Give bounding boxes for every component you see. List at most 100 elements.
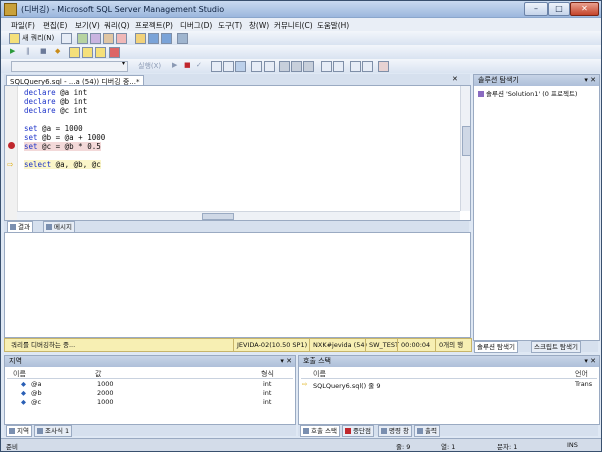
header-divider <box>7 378 293 379</box>
frame-language: Trans <box>575 380 593 388</box>
sql-editor[interactable]: ⇨ declare @a int declare @b int declare … <box>4 85 471 221</box>
table-row[interactable]: ◆ @a 1000 int <box>7 380 293 389</box>
comment-icon[interactable] <box>321 61 332 72</box>
mdx-query-icon[interactable] <box>103 33 114 44</box>
results-text-icon[interactable] <box>279 61 290 72</box>
step-into-icon[interactable] <box>69 47 80 58</box>
menu-project[interactable]: 프로젝트(P) <box>135 20 173 31</box>
menu-help[interactable]: 도움말(H) <box>317 20 349 31</box>
new-file-icon[interactable] <box>61 33 72 44</box>
tab-command-window[interactable]: 명령 창 <box>378 425 413 437</box>
breakpoint-icon[interactable] <box>8 142 15 149</box>
login-name: NXK#jevida (54) <box>309 339 367 351</box>
debug-tabs: 호출 스택 중단점 명령 창 출력 <box>298 425 598 437</box>
tab-output[interactable]: 출력 <box>414 425 440 437</box>
menu-edit[interactable]: 편집(E) <box>43 20 67 31</box>
tab-script-explorer[interactable]: 스크립트 탐색기 <box>531 341 581 353</box>
locals-tabs: 지역 조사식 1 <box>4 425 296 437</box>
code-line: declare @a int <box>24 88 88 97</box>
menu-debug[interactable]: 디버그(D) <box>180 20 212 31</box>
solution-root[interactable]: 솔루션 'Solution1' (0 프로젝트) <box>478 88 577 98</box>
editor-gutter <box>5 86 18 220</box>
new-query-button[interactable]: 새 쿼리(N) <box>22 33 54 43</box>
specify-template-icon[interactable] <box>378 61 389 72</box>
parse-icon[interactable]: ✓ <box>196 61 202 69</box>
step-over-icon[interactable] <box>82 47 93 58</box>
save-icon[interactable] <box>148 33 159 44</box>
tab-locals[interactable]: 지역 <box>6 425 32 437</box>
call-stack-icon <box>303 428 309 434</box>
close-icon[interactable]: ▾ ✕ <box>584 356 596 367</box>
watch-icon <box>37 428 43 434</box>
db-engine-query-icon[interactable] <box>77 33 88 44</box>
query-designer-icon[interactable] <box>223 61 234 72</box>
display-plan-icon[interactable] <box>211 61 222 72</box>
increase-indent-icon[interactable] <box>362 61 373 72</box>
analysis-query-icon[interactable] <box>90 33 101 44</box>
variable-value: 1000 <box>97 398 114 406</box>
stop-debug-icon[interactable]: ■ <box>40 47 47 55</box>
solution-explorer-title: 솔루션 탐색기 ▾ ✕ <box>474 75 599 86</box>
continue-icon[interactable]: ▶ <box>10 47 15 55</box>
tab-output-label: 출력 <box>425 427 437 435</box>
table-row[interactable]: ◆ @b 2000 int <box>7 389 293 398</box>
show-next-statement-icon[interactable]: ◆ <box>55 47 60 55</box>
tab-call-stack[interactable]: 호출 스택 <box>300 425 340 437</box>
step-out-icon[interactable] <box>95 47 106 58</box>
scrollbar-thumb[interactable] <box>462 126 471 156</box>
close-button[interactable]: ✕ <box>570 2 599 16</box>
tab-locals-label: 지역 <box>17 427 29 435</box>
char-number: 문자: 1 <box>497 443 518 451</box>
results-file-icon[interactable] <box>303 61 314 72</box>
current-frame-arrow-icon: ⇨ <box>302 380 308 388</box>
decrease-indent-icon[interactable] <box>350 61 361 72</box>
scrollbar-thumb[interactable] <box>202 213 234 220</box>
open-file-icon[interactable] <box>135 33 146 44</box>
output-icon <box>417 428 423 434</box>
app-icon <box>4 3 17 16</box>
results-tabstrip: 결과 메시지 <box>4 221 469 233</box>
close-icon[interactable]: ✕ <box>452 75 458 83</box>
table-row[interactable]: ⇨ SQLQuery6.sql() 줄 9 Trans <box>301 380 597 390</box>
ssms-window: (디버깅) - Microsoft SQL Server Management … <box>0 0 602 452</box>
execute-button[interactable]: 실행(X) <box>138 61 161 71</box>
ready-status: 준비 <box>6 443 18 451</box>
cancel-query-icon[interactable]: ■ <box>184 61 191 69</box>
call-stack-window: 호출 스택 ▾ ✕ 이름 언어 ⇨ SQLQuery6.sql() 줄 9 Tra… <box>298 355 600 425</box>
menu-file[interactable]: 파일(F) <box>11 20 35 31</box>
specify-values-icon[interactable] <box>235 61 246 72</box>
status-bar: 준비 줄: 9 열: 1 문자: 1 INS <box>1 438 601 451</box>
debug-icon[interactable]: ▶ <box>172 61 177 69</box>
editor-vertical-scrollbar[interactable] <box>460 86 471 211</box>
table-row[interactable]: ◆ @c 1000 int <box>7 398 293 407</box>
tab-watch1[interactable]: 조사식 1 <box>34 425 73 437</box>
debug-toolbar: ▶ ‖ ■ ◆ <box>1 45 601 59</box>
breakpoints-window-icon[interactable] <box>109 47 120 58</box>
editor-horizontal-scrollbar[interactable] <box>17 211 460 220</box>
database-select[interactable] <box>11 61 128 72</box>
menu-query[interactable]: 쿼리(Q) <box>104 20 130 31</box>
close-icon[interactable]: ▾ ✕ <box>280 356 292 367</box>
tab-solution-explorer[interactable]: 솔루션 탐색기 <box>474 341 518 353</box>
minimize-button[interactable]: – <box>524 2 548 16</box>
uncomment-icon[interactable] <box>333 61 344 72</box>
call-stack-title: 호출 스택 ▾ ✕ <box>299 356 599 367</box>
save-all-icon[interactable] <box>161 33 172 44</box>
variable-name: @a <box>31 380 42 388</box>
client-stats-icon[interactable] <box>264 61 275 72</box>
activity-monitor-icon[interactable] <box>177 33 188 44</box>
close-icon[interactable]: ▾ ✕ <box>584 75 596 86</box>
maximize-button[interactable]: □ <box>548 2 570 16</box>
menu-community[interactable]: 커뮤니티(C) <box>274 20 313 31</box>
results-grid-icon[interactable] <box>291 61 302 72</box>
break-all-icon[interactable]: ‖ <box>26 47 30 55</box>
menu-view[interactable]: 보기(V) <box>75 20 100 31</box>
tab-watch1-label: 조사식 1 <box>45 427 70 435</box>
tab-breakpoints[interactable]: 중단점 <box>342 425 374 437</box>
include-plan-icon[interactable] <box>251 61 262 72</box>
menu-tools[interactable]: 도구(T) <box>218 20 242 31</box>
chevron-down-icon: ▾ <box>122 60 126 67</box>
breakpoints-icon <box>345 428 351 434</box>
menu-window[interactable]: 창(W) <box>249 20 269 31</box>
xmla-query-icon[interactable] <box>116 33 127 44</box>
